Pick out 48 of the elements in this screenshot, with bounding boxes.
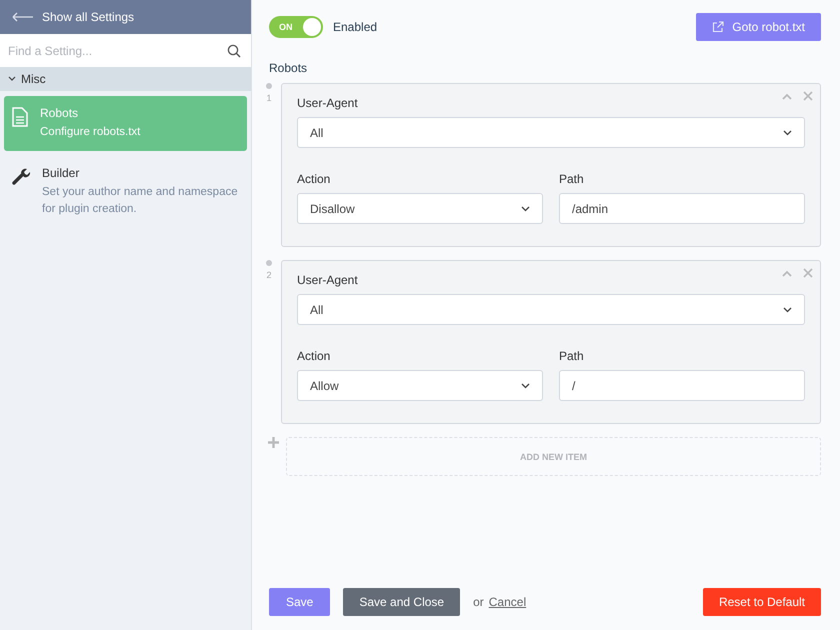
cancel-link[interactable]: Cancel <box>488 595 526 609</box>
back-link[interactable]: Show all Settings <box>0 0 251 34</box>
field-label: Path <box>559 172 585 186</box>
select-field[interactable]: Disallow <box>297 193 543 224</box>
select-field[interactable]: Allow <box>297 370 543 401</box>
collapse-icon[interactable] <box>782 92 792 100</box>
item-number: 2 <box>266 270 272 280</box>
chevron-down-icon <box>521 382 530 388</box>
close-icon[interactable] <box>803 268 813 278</box>
external-link-icon <box>712 21 724 33</box>
input-field[interactable]: / <box>559 370 805 401</box>
search-icon <box>227 44 241 58</box>
arrow-left-icon <box>12 12 34 22</box>
item-title: Builder <box>42 166 80 180</box>
or-text: or <box>473 595 484 609</box>
search-input[interactable]: Find a Setting... <box>8 44 227 58</box>
select-field[interactable]: All <box>297 294 805 325</box>
save-close-button[interactable]: Save and Close <box>343 588 460 616</box>
chevron-down-icon <box>783 306 792 312</box>
section-header[interactable]: Misc <box>0 67 251 91</box>
plus-icon[interactable] <box>268 437 279 448</box>
toggle-label: Enabled <box>333 20 378 34</box>
item-description: Set your author name and namespace for plugin creation. <box>42 185 239 217</box>
reset-button[interactable]: Reset to Default <box>702 588 821 616</box>
wrench-icon <box>12 167 30 185</box>
chevron-down-icon <box>783 130 792 136</box>
item-description: Configure robots.txt <box>40 125 140 140</box>
field-label: User-Agent <box>297 273 359 287</box>
collapse-icon[interactable] <box>782 270 792 276</box>
goto-button[interactable]: Goto robot.txt <box>696 13 821 41</box>
item-number: 1 <box>266 93 272 103</box>
field-label: Path <box>559 349 585 363</box>
drag-handle[interactable] <box>266 260 272 266</box>
field-label: Robots <box>269 61 308 75</box>
input-field[interactable]: /admin <box>559 193 805 224</box>
save-button[interactable]: Save <box>269 588 330 616</box>
search-field[interactable]: Find a Setting... <box>0 34 251 67</box>
drag-handle[interactable] <box>266 83 272 89</box>
document-icon <box>12 107 28 127</box>
chevron-icon <box>8 76 16 82</box>
settings-item[interactable]: Builder Set your author name and namespace for plugin creation. <box>4 156 251 228</box>
select-field[interactable]: All <box>297 117 805 148</box>
field-label: Action <box>297 172 332 186</box>
field-label: User-Agent <box>297 96 359 110</box>
item-title: Robots <box>40 106 80 120</box>
close-icon[interactable] <box>803 91 813 101</box>
chevron-down-icon <box>521 206 530 212</box>
field-label: Action <box>297 349 332 363</box>
